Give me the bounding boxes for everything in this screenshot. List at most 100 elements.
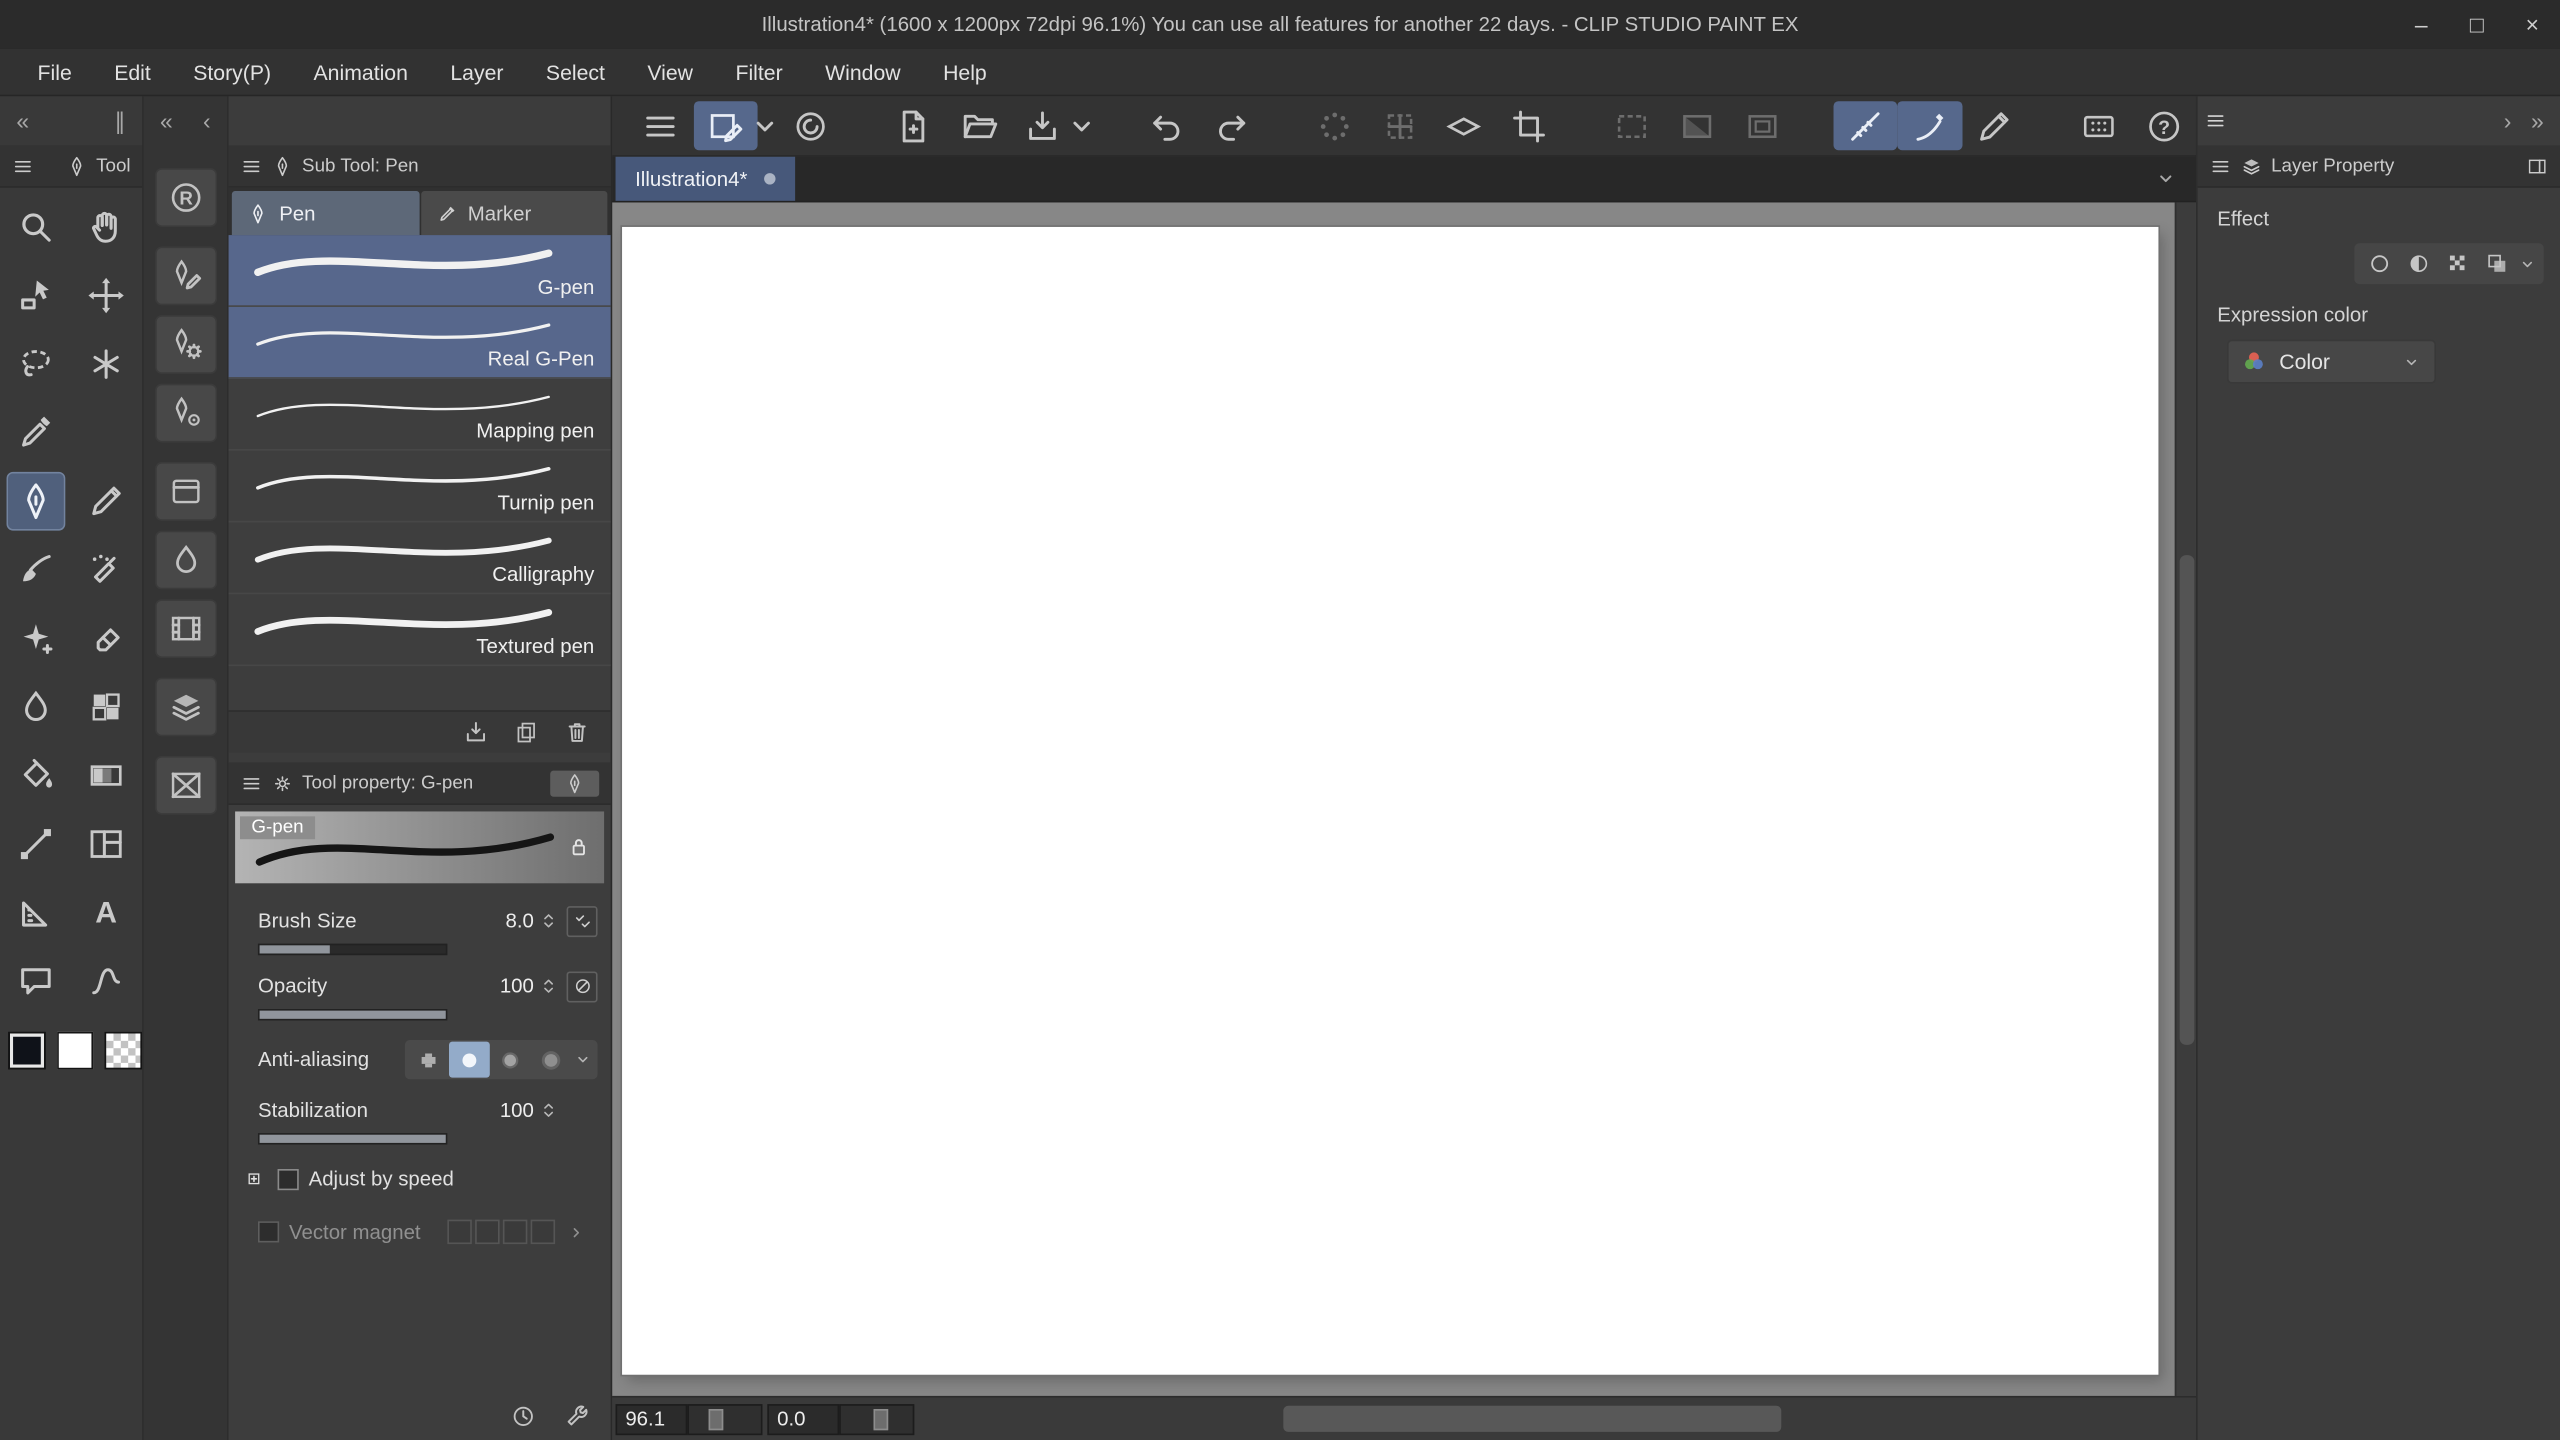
panel-layout-icon[interactable] xyxy=(2526,154,2549,177)
vector-magnet-checkbox[interactable] xyxy=(257,1221,280,1243)
strip-pen-dial-button[interactable] xyxy=(154,383,217,443)
strip-layers-button[interactable] xyxy=(154,677,217,737)
brush-calligraphy[interactable]: Calligraphy xyxy=(228,522,611,595)
brush-mapping-pen[interactable]: Mapping pen xyxy=(228,379,611,451)
tool-blend[interactable] xyxy=(0,673,71,742)
expand-right-icon[interactable]: › xyxy=(2494,108,2521,134)
collapse-prev-icon[interactable]: ‹ xyxy=(193,108,220,134)
collapse-right-dock-icon[interactable]: » xyxy=(2521,108,2553,134)
tab-pen[interactable]: Pen xyxy=(231,191,419,236)
tool-property-menu-icon[interactable] xyxy=(240,771,263,794)
vertical-scrollbar[interactable] xyxy=(2174,202,2196,1396)
tool-tone[interactable] xyxy=(71,673,142,742)
tool-lasso[interactable] xyxy=(0,330,71,399)
brush-turnip-pen[interactable]: Turnip pen xyxy=(228,451,611,523)
document-tab[interactable]: Illustration4* xyxy=(615,156,795,201)
strip-circled-r-button[interactable]: R xyxy=(154,168,217,227)
menu-animation[interactable]: Animation xyxy=(292,49,429,95)
brush-size-stepper[interactable] xyxy=(537,909,560,932)
tool-balloon[interactable] xyxy=(0,947,71,1016)
menu-help[interactable]: Help xyxy=(922,49,1008,95)
opacity-stepper[interactable] xyxy=(537,975,560,998)
anti-aliasing-option-1[interactable] xyxy=(448,1041,490,1078)
tool-fill[interactable] xyxy=(0,741,71,810)
vector-magnet-slot[interactable] xyxy=(446,1219,472,1245)
strip-no-image-button[interactable] xyxy=(154,755,217,815)
select-dashed-button[interactable] xyxy=(1600,101,1665,150)
close-button[interactable]: × xyxy=(2505,0,2560,49)
zoom-slider-thumb[interactable] xyxy=(709,1408,724,1430)
strip-card-button[interactable] xyxy=(154,462,217,521)
tool-hand[interactable] xyxy=(71,193,142,262)
tool-pen[interactable] xyxy=(6,471,65,531)
flat-diamond-button[interactable] xyxy=(1432,101,1497,150)
brush-real-g-pen[interactable]: Real G-Pen xyxy=(228,306,611,379)
duplicate-button[interactable] xyxy=(513,718,541,746)
crop-button[interactable] xyxy=(1497,101,1562,150)
snap-brush-button[interactable] xyxy=(1897,101,1963,151)
tool-pencil[interactable] xyxy=(71,467,142,536)
adjust-by-speed-expand-icon[interactable] xyxy=(245,1167,268,1190)
clock-button[interactable] xyxy=(509,1402,537,1430)
tool-ruler[interactable] xyxy=(0,878,71,947)
tablet-button[interactable] xyxy=(2066,101,2131,150)
tool-zoom[interactable] xyxy=(0,193,71,262)
tool-figure[interactable] xyxy=(0,810,71,879)
help-button[interactable]: ? xyxy=(2131,101,2196,150)
menu-layer[interactable]: Layer xyxy=(429,49,525,95)
stabilization-stepper[interactable] xyxy=(537,1099,560,1122)
chevron-down-button[interactable] xyxy=(1069,101,1095,150)
opacity-dynamics-button[interactable] xyxy=(566,970,598,1002)
tool-frame[interactable] xyxy=(71,810,142,879)
vertical-scrollbar-thumb[interactable] xyxy=(2179,555,2195,1045)
correct-line-button[interactable] xyxy=(1963,101,2028,150)
tool-airbrush[interactable] xyxy=(71,536,142,605)
trash-button[interactable] xyxy=(563,718,591,746)
brush-size-dynamics-button[interactable] xyxy=(566,905,598,937)
stabilization-slider[interactable] xyxy=(257,1133,448,1145)
spinner-button[interactable] xyxy=(1302,101,1367,150)
anti-aliasing-dropdown-icon[interactable] xyxy=(571,1048,594,1071)
expression-color-dropdown[interactable]: Color xyxy=(2227,339,2436,384)
select-fill-button[interactable] xyxy=(1665,101,1730,150)
tab-list-chevron-icon[interactable] xyxy=(2152,165,2180,193)
panel-handle-icon[interactable]: ∥ xyxy=(104,107,135,135)
lock-icon[interactable] xyxy=(565,833,593,861)
brush-size-slider[interactable] xyxy=(257,943,448,956)
tool-operation[interactable] xyxy=(0,261,71,330)
vector-magnet-slot[interactable] xyxy=(502,1219,527,1245)
move-grid-button[interactable] xyxy=(1367,101,1432,150)
right-dock-menu-icon[interactable] xyxy=(2204,109,2227,132)
tool-decoration[interactable] xyxy=(0,604,71,673)
tool-gradient[interactable] xyxy=(71,741,142,810)
import-button[interactable] xyxy=(462,718,490,746)
tool-panel-menu-icon[interactable] xyxy=(11,154,34,177)
tool-eraser[interactable] xyxy=(71,604,142,673)
menu-story-p-[interactable]: Story(P) xyxy=(172,49,292,95)
collapse-strip-icon[interactable]: « xyxy=(150,108,182,134)
menu-button[interactable] xyxy=(629,101,694,150)
tool-auto-select[interactable] xyxy=(71,330,142,399)
redo-button[interactable] xyxy=(1199,101,1264,150)
main-color-swatch[interactable] xyxy=(8,1031,46,1070)
open-file-button[interactable] xyxy=(946,101,1011,150)
strip-pen-gear-button[interactable] xyxy=(154,315,217,374)
rotation-slider[interactable] xyxy=(839,1403,915,1435)
menu-window[interactable]: Window xyxy=(804,49,922,95)
menu-filter[interactable]: Filter xyxy=(714,49,804,95)
layer-property-menu-icon[interactable] xyxy=(2209,154,2232,177)
brush-g-pen[interactable]: G-pen xyxy=(228,235,611,307)
menu-edit[interactable]: Edit xyxy=(93,49,172,95)
tab-marker[interactable]: Marker xyxy=(420,191,608,236)
clip-studio-button[interactable] xyxy=(778,101,843,150)
opacity-slider[interactable] xyxy=(257,1009,448,1021)
collapse-left-dock-icon[interactable]: « xyxy=(7,108,39,134)
undo-button[interactable] xyxy=(1134,101,1199,150)
strip-pen-edit-button[interactable] xyxy=(154,246,217,306)
rotation-value[interactable]: 0.0 xyxy=(767,1403,840,1435)
effect-tone-button[interactable] xyxy=(2438,247,2477,281)
effect-layercolor-button[interactable] xyxy=(2477,247,2516,281)
chevron-down-button[interactable] xyxy=(752,101,778,150)
adjust-by-speed-checkbox[interactable] xyxy=(277,1168,299,1190)
menu-select[interactable]: Select xyxy=(525,49,626,95)
